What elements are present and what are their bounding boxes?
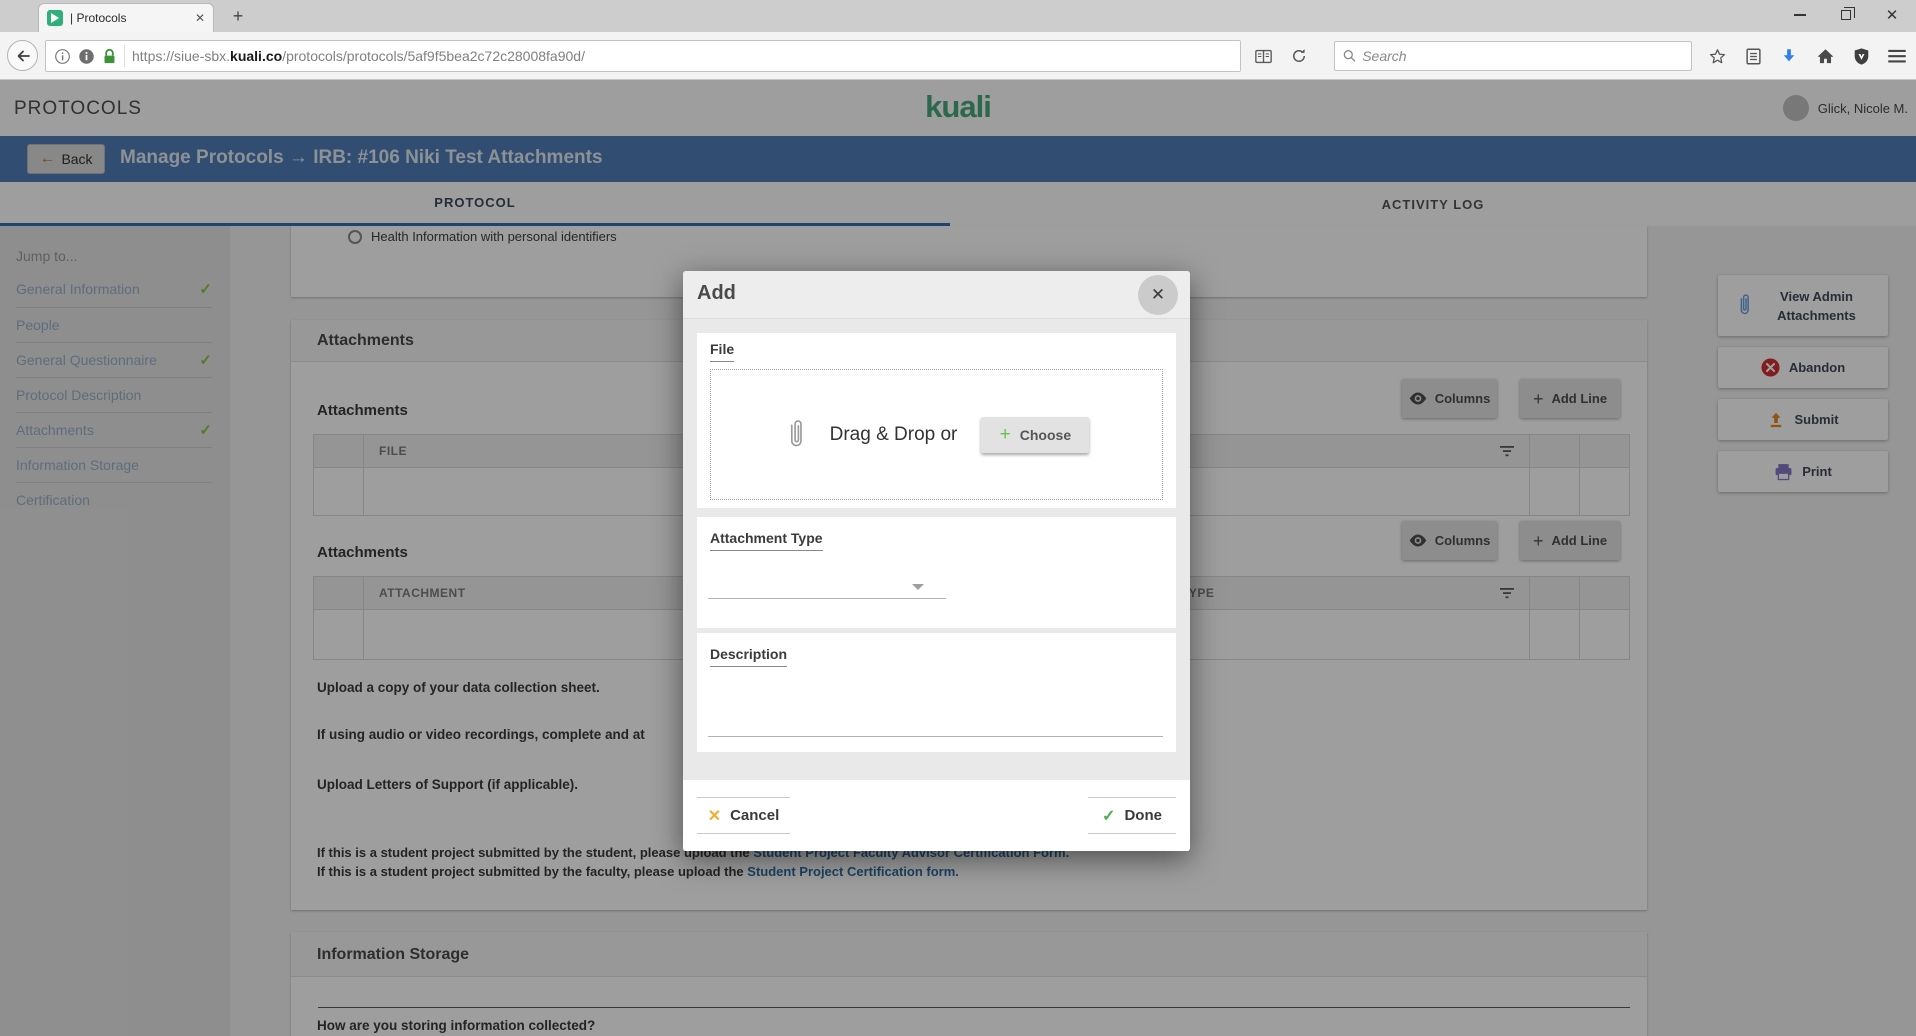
description-label: Description: [710, 646, 787, 667]
kuali-favicon: [47, 10, 63, 26]
plus-icon: +: [1000, 425, 1011, 444]
chevron-down-icon: [912, 584, 924, 590]
done-button[interactable]: ✓ Done: [1088, 797, 1176, 834]
url-prefix: https://siue-sbx.: [132, 48, 230, 64]
file-field-card: File Drag & Drop or + Choose: [697, 333, 1176, 508]
star-icon: [1708, 47, 1727, 66]
url-bar[interactable]: https://siue-sbx.kuali.co/protocols/prot…: [45, 40, 1241, 72]
window-close-button[interactable]: ✕: [1870, 0, 1914, 30]
description-input[interactable]: [708, 667, 1163, 737]
download-icon: [1780, 47, 1798, 65]
downloads-button[interactable]: [1778, 45, 1800, 67]
url-path: /protocols/protocols/5af9f5bea2c72c28008…: [282, 48, 585, 64]
lock-icon[interactable]: [102, 48, 117, 65]
cancel-x-icon: ✕: [708, 806, 721, 826]
identity-shield-icon[interactable]: [78, 48, 95, 65]
modal-header: Add ✕: [683, 271, 1190, 319]
reader-icon: [1254, 48, 1273, 65]
new-tab-button[interactable]: +: [225, 6, 251, 27]
url-divider: [124, 45, 125, 67]
maximize-icon: [1841, 10, 1851, 20]
home-button[interactable]: [1814, 45, 1836, 67]
dropzone-text: Drag & Drop or: [830, 424, 958, 446]
info-icon[interactable]: [54, 48, 71, 65]
hamburger-icon: [1888, 49, 1906, 63]
bookmarks-list-button[interactable]: [1742, 45, 1764, 67]
browser-tab-title: | Protocols: [70, 11, 188, 25]
add-attachment-modal: Add ✕ File Drag & Drop or + Choose Attac…: [683, 271, 1190, 851]
cancel-button[interactable]: ✕ Cancel: [697, 797, 790, 834]
reload-icon: [1290, 47, 1308, 65]
file-dropzone[interactable]: Drag & Drop or + Choose: [710, 369, 1163, 500]
modal-title: Add: [697, 282, 736, 305]
page-content: PROTOCOLS kuali Glick, Nicole M. ← Back …: [0, 80, 1916, 1036]
paperclip-icon: [784, 418, 806, 451]
tab-close-icon[interactable]: ✕: [195, 11, 205, 25]
menu-button[interactable]: [1886, 45, 1908, 67]
browser-back-button[interactable]: [7, 40, 38, 71]
choose-file-button[interactable]: + Choose: [981, 417, 1089, 453]
bookmark-star-button[interactable]: [1706, 45, 1728, 67]
search-input[interactable]: [1362, 48, 1683, 64]
browser-tab-strip: | Protocols ✕ + ✕: [0, 0, 1916, 32]
url-domain: kuali.co: [230, 48, 282, 64]
minimize-icon: [1794, 14, 1806, 16]
shield-icon: [1853, 47, 1870, 66]
window-minimize-button[interactable]: [1778, 0, 1822, 30]
reader-mode-button[interactable]: [1252, 45, 1274, 67]
search-box[interactable]: [1334, 41, 1692, 71]
description-card: Description: [697, 633, 1176, 752]
screen: | Protocols ✕ + ✕ https://siue-sbx.kuali…: [0, 0, 1916, 1036]
window-maximize-button[interactable]: [1824, 0, 1868, 30]
attachment-type-label: Attachment Type: [710, 530, 823, 551]
search-icon: [1343, 49, 1356, 63]
done-check-icon: ✓: [1102, 806, 1115, 826]
back-arrow-icon: [14, 47, 32, 65]
file-label: File: [710, 341, 734, 362]
protection-shield-button[interactable]: [1850, 45, 1872, 67]
reload-button[interactable]: [1288, 45, 1310, 67]
home-icon: [1816, 47, 1835, 65]
attachment-type-select[interactable]: [708, 573, 946, 599]
attachment-type-card: Attachment Type: [697, 517, 1176, 628]
browser-toolbar: https://siue-sbx.kuali.co/protocols/prot…: [0, 32, 1916, 80]
browser-tab[interactable]: | Protocols ✕: [38, 3, 214, 32]
modal-footer: ✕ Cancel ✓ Done: [683, 780, 1190, 851]
clipboard-icon: [1745, 47, 1762, 66]
modal-close-button[interactable]: ✕: [1138, 275, 1178, 315]
url-text[interactable]: https://siue-sbx.kuali.co/protocols/prot…: [132, 48, 585, 64]
